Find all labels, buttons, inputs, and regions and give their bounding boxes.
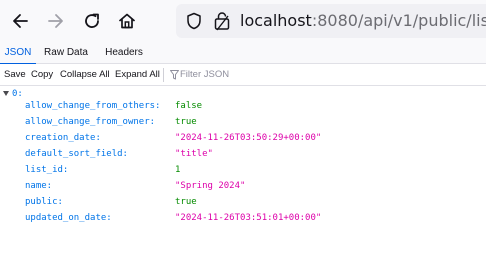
json-key: allow_change_from_others: (25, 101, 161, 111)
forward-button[interactable] (41, 6, 71, 36)
json-row[interactable]: default_sort_field: "title" (0, 146, 486, 162)
json-row[interactable]: public: true (0, 194, 486, 210)
expand-toggle-icon[interactable] (3, 91, 9, 96)
filter-icon (170, 70, 179, 80)
copy-button[interactable]: Copy (31, 64, 53, 86)
json-key: creation_date: (25, 133, 101, 143)
json-toolbar: Save Copy Collapse All Expand All Filter… (0, 64, 486, 86)
back-button[interactable] (5, 6, 35, 36)
filter-json-input[interactable]: Filter JSON (180, 64, 229, 86)
json-key: default_sort_field: (25, 149, 128, 159)
reload-icon (85, 13, 99, 28)
json-key: name: (25, 181, 53, 191)
json-key: updated_on_date: (25, 213, 112, 223)
tab-json[interactable]: JSON (0, 42, 36, 65)
shield-icon[interactable] (186, 12, 202, 30)
json-value: "Spring 2024" (175, 181, 246, 191)
toolbar-divider (163, 68, 164, 82)
url-text[interactable]: localhost:8080/api/v1/public/lists (240, 11, 486, 30)
json-value: "title" (175, 149, 213, 159)
json-key: list_id: (25, 165, 69, 175)
reload-button[interactable] (77, 6, 107, 36)
json-value: "2024-11-26T03:51:01+00:00" (175, 213, 322, 223)
json-value: true (175, 117, 197, 127)
collapse-all-button[interactable]: Collapse All (60, 64, 110, 86)
json-key: allow_change_from_owner: (25, 117, 156, 127)
json-key: public: (25, 197, 63, 207)
url-bar[interactable]: localhost:8080/api/v1/public/lists (176, 4, 486, 38)
url-host: localhost (240, 11, 312, 30)
arrow-left-icon (13, 14, 28, 28)
save-button[interactable]: Save (4, 64, 26, 86)
home-icon (119, 13, 135, 29)
json-row[interactable]: list_id: 1 (0, 162, 486, 178)
json-value: 1 (175, 165, 181, 175)
json-value: true (175, 197, 197, 207)
arrow-right-icon (48, 14, 63, 28)
json-row[interactable]: creation_date: "2024-11-26T03:50:29+00:00… (0, 130, 486, 146)
json-row[interactable]: allow_change_from_owner: true (0, 114, 486, 130)
json-row[interactable]: name: "Spring 2024" (0, 178, 486, 194)
json-row[interactable]: allow_change_from_others: false (0, 98, 486, 114)
json-value: "2024-11-26T03:50:29+00:00" (175, 133, 322, 143)
json-row[interactable]: updated_on_date: "2024-11-26T03:51:01+00:… (0, 210, 486, 226)
tab-raw-data[interactable]: Raw Data (40, 42, 92, 64)
tab-headers[interactable]: Headers (98, 42, 150, 64)
home-button[interactable] (112, 6, 142, 36)
json-value: false (175, 101, 203, 111)
browser-toolbar: localhost:8080/api/v1/public/lists (0, 0, 486, 42)
page-info-icon[interactable] (213, 11, 231, 31)
url-path: :8080/api/v1/public/lists (311, 11, 486, 30)
json-viewer-tabs: JSON Raw Data Headers (0, 42, 486, 65)
expand-all-button[interactable]: Expand All (115, 64, 160, 86)
